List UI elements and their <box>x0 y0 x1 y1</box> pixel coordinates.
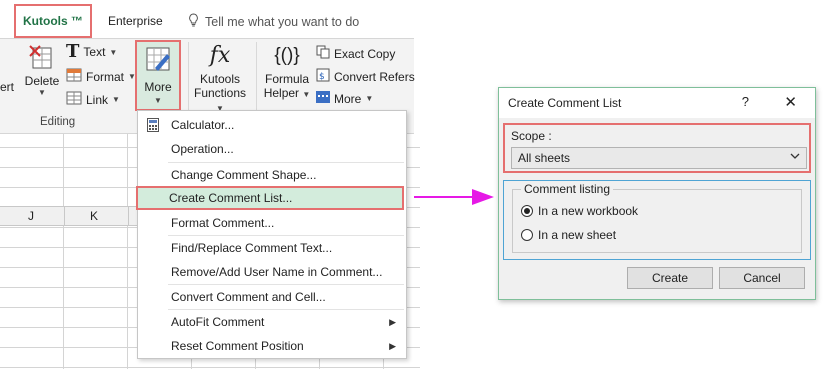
menu-item-find-replace-comment-text[interactable]: Find/Replace Comment Text... <box>138 236 406 260</box>
chevron-down-icon: ▼ <box>109 47 118 57</box>
text-button[interactable]: T Text ▼ <box>66 41 118 62</box>
menu-item-label: Calculator... <box>171 118 235 132</box>
delete-button[interactable]: Delete ▼ <box>24 44 60 97</box>
arrow-icon <box>414 187 496 210</box>
more-icon <box>145 46 173 77</box>
comment-listing-section: Comment listing In a new workbook In a n… <box>503 180 811 260</box>
more-small-label: More <box>334 91 362 106</box>
delete-label: Delete <box>24 74 60 88</box>
menu-item-convert-comment-and-cell[interactable]: Convert Comment and Cell... <box>138 285 406 309</box>
menu-item-label: Change Comment Shape... <box>171 168 317 182</box>
more-small-button[interactable]: More ▼ <box>316 91 373 106</box>
radio-new-sheet[interactable]: In a new sheet <box>521 228 616 242</box>
link-icon <box>66 91 82 108</box>
format-label: Format <box>86 69 125 84</box>
lightbulb-icon <box>188 13 199 30</box>
scope-select[interactable]: All sheets <box>511 147 807 169</box>
radio-label: In a new sheet <box>538 228 617 242</box>
format-icon <box>66 68 82 85</box>
text-label: Text <box>83 45 106 59</box>
functions-label-1: Kutools <box>199 72 241 86</box>
chevron-right-icon: ▶ <box>389 340 396 351</box>
delete-icon <box>28 44 56 74</box>
convert-refers-icon: $ <box>316 68 330 85</box>
menu-item-format-comment[interactable]: Format Comment... <box>138 211 406 235</box>
dialog-title: Create Comment List <box>508 96 622 110</box>
ribbon-separator <box>256 42 257 112</box>
radio-unchecked-icon[interactable] <box>521 229 533 241</box>
more-dropdown-menu: Calculator... Operation... Change Commen… <box>136 110 407 359</box>
help-icon[interactable]: ? <box>742 94 749 109</box>
column-divider <box>128 207 129 225</box>
formula-helper-button[interactable]: {()} Formula Helper ▼ <box>260 42 314 100</box>
link-label: Link <box>86 92 109 107</box>
menu-item-create-comment-list[interactable]: Create Comment List... <box>136 186 404 210</box>
tell-me-text: Tell me what you want to do <box>205 14 360 29</box>
comment-listing-legend: Comment listing <box>521 182 614 196</box>
menu-item-label: Remove/Add User Name in Comment... <box>171 265 383 279</box>
create-button[interactable]: Create <box>627 267 713 289</box>
chevron-down-icon: ▼ <box>365 94 374 103</box>
fx-icon: fx <box>209 43 231 68</box>
menu-item-autofit-comment[interactable]: AutoFit Comment ▶ <box>138 310 406 334</box>
column-header-j[interactable]: J <box>28 209 34 223</box>
column-divider <box>64 207 65 225</box>
scope-value: All sheets <box>518 151 571 165</box>
tab-enterprise[interactable]: Enterprise <box>108 14 163 28</box>
kutools-functions-button[interactable]: fx Kutools Functions ▼ <box>190 42 250 114</box>
copy-icon <box>316 45 330 62</box>
chevron-down-icon: ▼ <box>38 88 46 97</box>
menu-item-label: Create Comment List... <box>169 191 293 205</box>
menu-item-label: Find/Replace Comment Text... <box>171 241 333 255</box>
dialog-title-bar[interactable]: Create Comment List ? ✕ <box>499 88 815 118</box>
exact-copy-button[interactable]: Exact Copy <box>316 45 395 62</box>
radio-checked-icon[interactable] <box>521 205 533 217</box>
menu-item-remove-add-user-name[interactable]: Remove/Add User Name in Comment... <box>138 260 406 284</box>
radio-label: In a new workbook <box>538 204 639 218</box>
convert-refers-button[interactable]: $ Convert Refers <box>316 68 415 85</box>
menu-item-operation[interactable]: Operation... <box>138 137 406 161</box>
chevron-down-icon <box>790 151 800 164</box>
chevron-down-icon: ▼ <box>154 96 162 105</box>
menu-item-calculator[interactable]: Calculator... <box>138 113 406 137</box>
scope-label: Scope : <box>511 129 552 143</box>
menu-item-label: Operation... <box>171 142 234 156</box>
chevron-right-icon: ▶ <box>389 316 396 327</box>
formula-label-2: Helper ▼ <box>263 86 311 100</box>
menu-item-reset-comment-position[interactable]: Reset Comment Position ▶ <box>138 334 406 358</box>
menu-item-change-comment-shape[interactable]: Change Comment Shape... <box>138 163 406 187</box>
formula-label-1: Formula <box>264 72 309 86</box>
tell-me-search[interactable]: Tell me what you want to do <box>188 13 359 30</box>
ribbon-separator <box>188 42 189 112</box>
menu-item-label: Reset Comment Position <box>171 339 304 353</box>
braces-icon: {()} <box>274 45 300 66</box>
tab-kutools[interactable]: Kutools ™ <box>14 4 92 38</box>
column-header-row: J K <box>0 206 140 226</box>
editing-group-label: Editing <box>40 116 76 128</box>
insert-button-partial[interactable]: ert <box>0 80 14 94</box>
chevron-down-icon: ▼ <box>112 95 120 104</box>
svg-text:$: $ <box>319 72 325 82</box>
close-icon[interactable]: ✕ <box>784 93 797 111</box>
more-grid-icon <box>316 91 330 106</box>
create-comment-list-dialog: Create Comment List ? ✕ Scope : All shee… <box>498 87 816 300</box>
exact-copy-label: Exact Copy <box>334 46 396 61</box>
text-t-icon: T <box>66 41 80 62</box>
radio-new-workbook[interactable]: In a new workbook <box>521 204 638 218</box>
link-button[interactable]: Link ▼ <box>66 91 120 108</box>
more-label: More <box>144 80 172 94</box>
scope-section: Scope : All sheets <box>503 123 811 173</box>
convert-refers-label: Convert Refers <box>334 69 415 84</box>
menu-item-label: Convert Comment and Cell... <box>171 290 326 304</box>
menu-item-label: Format Comment... <box>171 216 275 230</box>
column-header-k[interactable]: K <box>90 209 98 223</box>
menu-item-label: AutoFit Comment <box>171 315 265 329</box>
cancel-button[interactable]: Cancel <box>719 267 805 289</box>
format-button[interactable]: Format ▼ <box>66 68 136 85</box>
calculator-icon <box>147 118 159 135</box>
comment-listing-group: Comment listing In a new workbook In a n… <box>512 182 802 253</box>
more-button[interactable]: More ▼ <box>135 40 181 111</box>
